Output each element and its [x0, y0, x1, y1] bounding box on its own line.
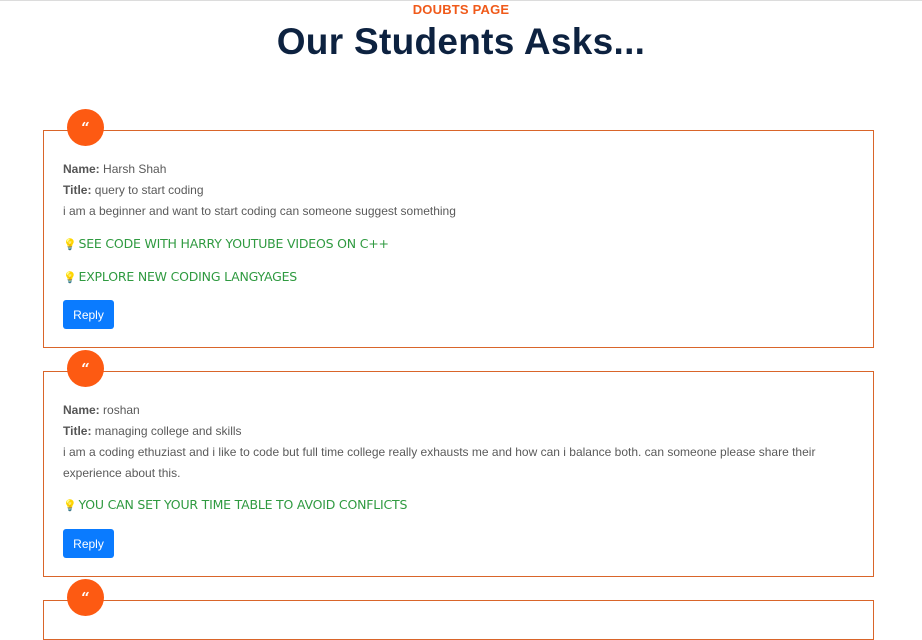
bulb-icon: 💡 [63, 271, 77, 284]
author-name: Harsh Shah [103, 162, 167, 176]
doubt-card: Name: roshan Title: managing college and… [43, 371, 874, 577]
reply-button[interactable]: Reply [63, 529, 114, 558]
name-label: Name: [63, 403, 100, 417]
page-title: Our Students Asks... [276, 21, 646, 62]
title-label: Title: [63, 183, 92, 197]
question-title: query to start coding [94, 183, 204, 197]
title-label: Title: [63, 424, 92, 438]
name-label: Name: [63, 162, 100, 176]
quote-icon: “ [67, 109, 104, 146]
question-body: i am a beginner and want to start coding… [63, 204, 456, 218]
name-field: Name: roshan [63, 403, 140, 417]
bulb-icon: 💡 [63, 238, 77, 251]
bulb-icon: 💡 [63, 499, 77, 512]
question-body: i am a coding ethuziast and i like to co… [63, 445, 816, 480]
answer-text: YOU CAN SET YOUR TIME TABLE TO AVOID CON… [78, 497, 408, 512]
title-field: Title: query to start coding [63, 183, 204, 197]
answer-text: EXPLORE NEW CODING LANGYAGES [78, 269, 298, 284]
name-field: Name: Harsh Shah [63, 162, 166, 176]
answer-item: 💡 SEE CODE WITH HARRY YOUTUBE VIDEOS ON C… [63, 236, 389, 251]
answer-text: SEE CODE WITH HARRY YOUTUBE VIDEOS ON C+… [78, 236, 389, 251]
question-title: managing college and skills [94, 424, 242, 438]
answer-item: 💡 EXPLORE NEW CODING LANGYAGES [63, 269, 297, 284]
doubt-card [43, 600, 874, 640]
doubt-card: Name: Harsh Shah Title: query to start c… [43, 130, 874, 348]
reply-button[interactable]: Reply [63, 300, 114, 329]
quote-icon: “ [67, 579, 104, 616]
title-field: Title: managing college and skills [63, 424, 242, 438]
top-divider [0, 0, 922, 1]
answer-item: 💡 YOU CAN SET YOUR TIME TABLE TO AVOID CO… [63, 497, 407, 512]
author-name: roshan [103, 403, 140, 417]
quote-icon: “ [67, 350, 104, 387]
page-eyebrow: DOUBTS PAGE [412, 2, 510, 17]
